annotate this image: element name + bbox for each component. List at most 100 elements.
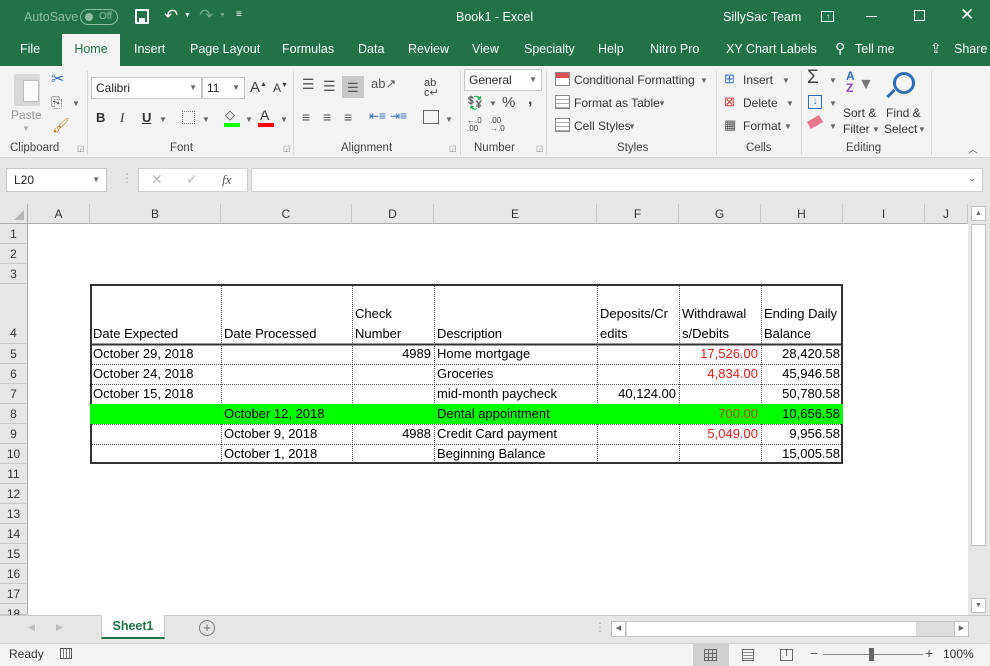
row-header-5[interactable]: 5 — [0, 344, 28, 364]
row-header-15[interactable]: 15 — [0, 544, 28, 564]
header-check-number-line2[interactable]: Number — [352, 324, 434, 344]
next-sheet-icon[interactable]: ▶ — [56, 622, 63, 633]
cell-description[interactable]: mid-month paycheck — [434, 384, 597, 404]
column-header-b[interactable]: B — [90, 204, 221, 224]
new-sheet-icon[interactable]: + — [199, 620, 215, 636]
underline-dropdown-icon[interactable]: ▼ — [159, 115, 167, 124]
font-launcher-icon[interactable]: ◲ — [283, 144, 291, 153]
autosum-dropdown-icon[interactable]: ▼ — [829, 76, 837, 85]
cell-description[interactable]: Home mortgage — [434, 344, 597, 364]
zoom-out-icon[interactable]: − — [810, 645, 818, 661]
row-header-8[interactable]: 8 — [0, 404, 28, 424]
format-as-table-button[interactable]: Format as Table — [574, 96, 660, 110]
zoom-in-icon[interactable]: + — [925, 645, 933, 661]
name-box[interactable]: L20 ▼ — [6, 168, 107, 192]
header-withdrawals-line2[interactable]: s/Debits — [679, 324, 761, 344]
column-header-i[interactable]: I — [843, 204, 925, 224]
formula-input[interactable]: ⌄ — [251, 168, 983, 192]
delete-cells-button[interactable]: Delete — [743, 96, 778, 110]
tab-help[interactable]: Help — [590, 34, 632, 66]
row-header-7[interactable]: 7 — [0, 384, 28, 404]
cell-date-processed[interactable]: October 1, 2018 — [221, 444, 352, 464]
tab-nitro-pro[interactable]: Nitro Pro — [642, 34, 707, 66]
header-check-number-line1[interactable]: Check — [352, 304, 434, 324]
row-header-14[interactable]: 14 — [0, 524, 28, 544]
cell-balance[interactable]: 15,005.58 — [761, 444, 843, 464]
undo-dropdown-icon[interactable]: ▼ — [184, 12, 191, 19]
scroll-down-icon[interactable]: ▼ — [971, 598, 986, 613]
row-header-11[interactable]: 11 — [0, 464, 28, 484]
tab-formulas[interactable]: Formulas — [274, 34, 342, 66]
wrap-text-icon[interactable]: ab c↵ — [424, 78, 439, 99]
column-header-f[interactable]: F — [597, 204, 679, 224]
cell-date-expected[interactable]: October 24, 2018 — [90, 364, 221, 384]
font-color-icon[interactable]: A — [260, 107, 269, 123]
header-deposits-line2[interactable]: edits — [597, 324, 679, 344]
insert-dropdown-icon[interactable]: ▼ — [782, 76, 790, 85]
increase-decimal-icon[interactable]: ←.0.00 — [467, 117, 482, 133]
tab-file[interactable]: File — [12, 34, 48, 66]
autosum-icon[interactable]: Σ — [807, 67, 819, 89]
row-header-10[interactable]: 10 — [0, 444, 28, 464]
tab-split-grip-icon[interactable]: ⋮ — [594, 620, 606, 634]
accounting-dropdown-icon[interactable]: ▼ — [489, 99, 497, 108]
clipboard-launcher-icon[interactable]: ◲ — [77, 144, 85, 153]
row-header-18[interactable]: 18 — [0, 604, 28, 621]
autosave-toggle[interactable]: Off — [80, 9, 118, 25]
cell-check-number[interactable] — [352, 404, 434, 424]
find-select-label-1[interactable]: Find & — [886, 106, 921, 120]
fill-color-dropdown-icon[interactable]: ▼ — [245, 115, 253, 124]
top-align-icon[interactable]: ☰ — [302, 76, 315, 93]
paste-dropdown-icon[interactable]: ▼ — [22, 124, 30, 133]
format-cells-button[interactable]: Format — [743, 119, 781, 133]
bold-button[interactable]: B — [96, 110, 105, 125]
cell-styles-button[interactable]: Cell Styles — [574, 119, 631, 133]
save-icon[interactable] — [135, 9, 149, 24]
formula-bar-grip-icon[interactable]: ⋮ — [121, 171, 133, 185]
row-header-3[interactable]: 3 — [0, 264, 28, 284]
page-layout-view-icon[interactable] — [742, 649, 754, 661]
prev-sheet-icon[interactable]: ◀ — [28, 622, 35, 633]
column-header-a[interactable]: A — [28, 204, 90, 224]
fill-color-icon[interactable]: ◇ — [225, 107, 235, 123]
cell-description[interactable]: Dental appointment — [434, 404, 597, 424]
cell-deposit[interactable] — [597, 364, 679, 384]
cell-date-processed[interactable] — [221, 384, 352, 404]
cell-date-expected[interactable] — [90, 444, 221, 464]
header-date-processed[interactable]: Date Processed — [221, 324, 352, 344]
row-header-13[interactable]: 13 — [0, 504, 28, 524]
align-right-icon[interactable]: ≡ — [344, 109, 352, 125]
expand-formula-icon[interactable]: ⌄ — [968, 173, 976, 184]
cell-check-number[interactable]: 4988 — [352, 424, 434, 444]
cell-check-number[interactable] — [352, 444, 434, 464]
close-icon[interactable]: ✕ — [960, 5, 974, 25]
user-name[interactable]: SillySac Team — [723, 10, 801, 24]
cell-description[interactable]: Beginning Balance — [434, 444, 597, 464]
copy-icon[interactable]: ⎘ — [51, 94, 62, 111]
cell-date-processed[interactable]: October 12, 2018 — [221, 404, 352, 424]
tab-xy-chart-labels[interactable]: XY Chart Labels — [718, 34, 825, 66]
format-as-table-dropdown-icon[interactable]: ▼ — [658, 99, 666, 108]
vertical-scroll-thumb[interactable] — [971, 224, 986, 546]
select-all-button[interactable] — [0, 204, 28, 224]
header-balance-line1[interactable]: Ending Daily — [761, 304, 843, 324]
comma-style-button[interactable]: , — [528, 91, 532, 109]
row-header-16[interactable]: 16 — [0, 564, 28, 584]
fill-dropdown-icon[interactable]: ▼ — [829, 99, 837, 108]
row-header-17[interactable]: 17 — [0, 584, 28, 604]
number-format-box[interactable]: General ▼ — [464, 69, 542, 91]
cell-styles-dropdown-icon[interactable]: ▼ — [628, 122, 636, 131]
copy-dropdown-icon[interactable]: ▼ — [72, 99, 80, 108]
row-header-6[interactable]: 6 — [0, 364, 28, 384]
paste-icon[interactable] — [14, 74, 40, 106]
cell-date-processed[interactable] — [221, 344, 352, 364]
tab-review[interactable]: Review — [400, 34, 457, 66]
tab-home[interactable]: Home — [62, 34, 120, 66]
cell-check-number[interactable]: 4989 — [352, 344, 434, 364]
column-header-g[interactable]: G — [679, 204, 761, 224]
cell-deposit[interactable] — [597, 404, 679, 424]
font-color-dropdown-icon[interactable]: ▼ — [280, 115, 288, 124]
increase-indent-icon[interactable]: ⇥≡ — [390, 109, 407, 123]
bottom-align-button[interactable]: ☰ — [342, 76, 364, 98]
page-break-view-icon[interactable] — [780, 649, 793, 661]
